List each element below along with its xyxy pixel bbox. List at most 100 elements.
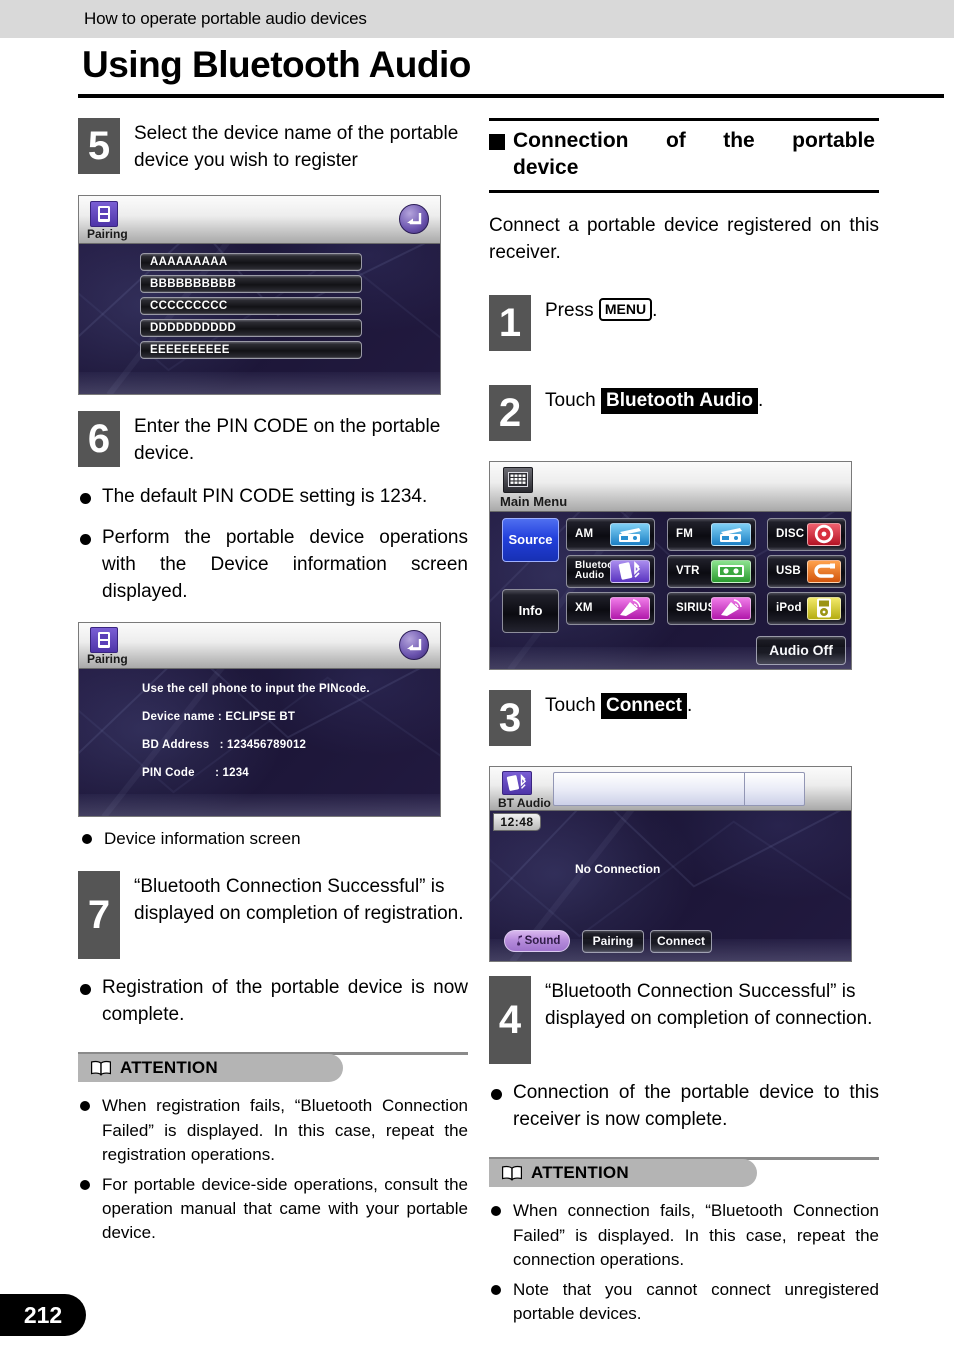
main-menu-screen: Main Menu Source Info AM FM DISC Bluetoo…	[489, 460, 852, 670]
attention-item: When registration fails, “Bluetooth Conn…	[78, 1094, 468, 1166]
cassette-icon	[711, 559, 751, 583]
usb-glyph	[814, 563, 835, 578]
step-1-suffix: .	[652, 299, 658, 321]
step-6-number: 6	[78, 410, 120, 467]
attention-label: ATTENTION	[120, 1058, 218, 1078]
back-arrow-icon[interactable]	[399, 203, 429, 234]
section-heading-word: the	[723, 129, 755, 152]
device-name-line: Device name : ECLIPSE BT	[142, 710, 296, 723]
page-title: Using Bluetooth Audio	[82, 44, 471, 85]
list-item[interactable]: AAAAAAAAA	[140, 252, 362, 271]
back-arrow-icon[interactable]	[399, 629, 429, 660]
satellite-icon	[610, 596, 650, 620]
step-5: 5 Select the device name of the portable…	[78, 118, 468, 175]
source-tile-usb[interactable]: USB	[767, 554, 846, 588]
step-2-text: Touch Bluetooth Audio.	[531, 385, 763, 415]
step-2: 2 Touch Bluetooth Audio.	[489, 384, 879, 441]
attention-item: Note that you cannot connect unregistere…	[489, 1278, 879, 1326]
cassette-glyph	[718, 565, 744, 578]
section-heading-line1: Connection of the portable	[513, 127, 875, 154]
section-heading-word: Connection	[513, 129, 629, 152]
step-2-number: 2	[489, 384, 531, 441]
satellite-glyph	[721, 599, 742, 617]
bluetooth-audio-icon	[610, 559, 650, 583]
side-button-info[interactable]: Info	[502, 588, 559, 633]
right-column: Connection of the portable device Connec…	[489, 118, 879, 1326]
attention-label: ATTENTION	[531, 1163, 629, 1183]
screen-titlebar	[79, 622, 440, 669]
menu-grid-glyph	[508, 472, 528, 488]
screen-bottom-glow	[79, 371, 440, 394]
bluetooth-audio-icon	[502, 770, 532, 795]
attention-item: When connection fails, “Bluetooth Connec…	[489, 1199, 879, 1271]
source-tile-disc[interactable]: DISC	[767, 517, 846, 551]
satellite-icon	[711, 596, 751, 620]
bluetooth-audio-highlight[interactable]: Bluetooth Audio	[600, 387, 759, 415]
step-6: 6 Enter the PIN CODE on the portable dev…	[78, 410, 468, 468]
source-tile-sirius[interactable]: SIRIUS	[667, 591, 756, 625]
side-button-label: Info	[518, 603, 543, 619]
usb-icon	[807, 559, 841, 583]
device-icon-glyph	[98, 205, 110, 222]
step-7-number: 7	[78, 870, 120, 959]
list-item[interactable]: BBBBBBBBBB	[140, 274, 362, 293]
menu-key-badge[interactable]: MENU	[598, 297, 653, 321]
screen-title: BT Audio	[498, 795, 551, 810]
back-arrow-glyph	[406, 639, 421, 651]
step-5-number: 5	[78, 118, 120, 174]
step-2-prefix: Touch	[545, 389, 601, 411]
bullet-registration-complete: Registration of the portable device is n…	[78, 975, 468, 1029]
source-tile-vtr[interactable]: VTR	[667, 554, 756, 588]
step-1-prefix: Press	[545, 299, 599, 321]
source-tile-label: USB	[776, 565, 801, 577]
screen-title: Main Menu	[500, 493, 568, 509]
source-tile-bluetooth-audio[interactable]: Bluetooth Audio	[566, 554, 655, 588]
source-tile-xm[interactable]: XM	[566, 591, 655, 625]
source-tile-fm[interactable]: FM	[667, 517, 756, 551]
step-7-text: “Bluetooth Connection Successful” is dis…	[134, 875, 464, 924]
list-item[interactable]: EEEEEEEEEE	[140, 340, 362, 359]
disc-icon	[807, 522, 841, 546]
manual-page: How to operate portable audio devices Us…	[0, 0, 954, 1352]
source-tile-label: DISC	[776, 528, 805, 540]
step-1: 1 Press MENU.	[489, 294, 879, 351]
open-book-icon	[91, 1061, 111, 1077]
section-heading-word: of	[665, 129, 686, 152]
screen-title: Pairing	[87, 651, 128, 666]
ipod-glyph	[817, 598, 831, 618]
bullet-default-pin: The default PIN CODE setting is 1234.	[78, 484, 468, 511]
title-divider	[78, 94, 944, 98]
screen-bottom-glow	[490, 938, 851, 961]
source-tile-am[interactable]: AM	[566, 517, 655, 551]
attention-pill: ATTENTION	[78, 1054, 343, 1083]
step-1-text: Press MENU.	[531, 295, 657, 325]
connect-highlight[interactable]: Connect	[600, 692, 687, 720]
track-info-divider	[744, 772, 745, 805]
screen-bottom-glow	[490, 646, 851, 669]
section-bullet-square	[489, 134, 505, 150]
attention-header-right: ATTENTION	[489, 1157, 879, 1188]
pairing-list-screen: Pairing AAAAAAAAA BBBBBBBBBB CCCCCCCCC D…	[78, 194, 441, 395]
source-tile-label: FM	[676, 528, 694, 540]
section-heading-block: Connection of the portable device	[489, 118, 879, 193]
screen-title: Pairing	[87, 226, 128, 241]
step-3-prefix: Touch	[545, 694, 601, 716]
side-button-source[interactable]: Source	[502, 517, 559, 562]
step-4: 4 “Bluetooth Connection Successful” is d…	[489, 975, 879, 1064]
step-6-text: Enter the PIN CODE on the portable devic…	[134, 415, 441, 464]
list-item[interactable]: DDDDDDDDDD	[140, 318, 362, 337]
open-book-icon	[502, 1166, 522, 1182]
source-tile-label: iPod	[776, 602, 802, 614]
disc-glyph	[814, 524, 834, 544]
device-icon-glyph	[98, 631, 110, 648]
bluetooth-audio-glyph	[506, 773, 527, 791]
list-item[interactable]: CCCCCCCCC	[140, 296, 362, 315]
source-tile-ipod[interactable]: iPod	[767, 591, 846, 625]
step-3-suffix: .	[686, 694, 693, 716]
step-7: 7 “Bluetooth Connection Successful” is d…	[78, 870, 468, 959]
side-button-label: Source	[508, 532, 553, 548]
device-information-screen: Pairing Use the cell phone to input the …	[78, 621, 441, 817]
source-tile-label: AM	[575, 528, 594, 540]
radio-icon	[610, 522, 650, 546]
step-5-text: Select the device name of the portable d…	[134, 123, 459, 171]
